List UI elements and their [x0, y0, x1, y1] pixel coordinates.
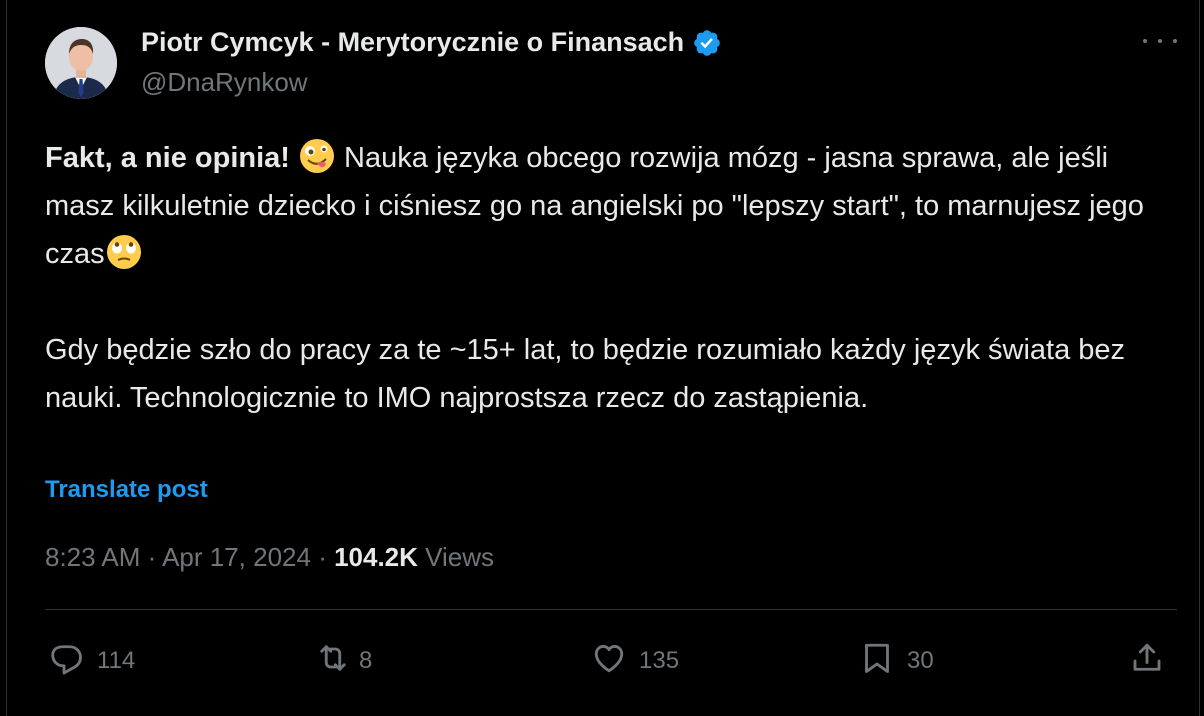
tweet-meta: 8:23 AM · Apr 17, 2024 · 104.2K Views	[45, 542, 494, 573]
tweet-date[interactable]: Apr 17, 2024	[162, 542, 311, 572]
translate-post-link[interactable]: Translate post	[45, 476, 208, 504]
author-name-text[interactable]: Piotr Cymcyk - Merytorycznie o Finansach	[141, 27, 684, 58]
bookmark-icon	[859, 640, 895, 683]
tweet-time[interactable]: 8:23 AM	[45, 542, 140, 572]
tweet-bold-lead: Fakt, a nie opinia!	[45, 142, 290, 174]
repost-button[interactable]: 8	[315, 636, 372, 686]
reply-count: 114	[97, 647, 136, 674]
verified-badge-icon	[692, 28, 722, 58]
views-count[interactable]: 104.2K	[334, 542, 418, 572]
share-button[interactable]	[1129, 636, 1165, 686]
repost-icon	[315, 640, 351, 683]
views-label[interactable]: Views	[418, 542, 494, 572]
more-options-icon[interactable]	[1143, 28, 1177, 54]
bookmark-count: 30	[907, 647, 934, 674]
avatar[interactable]	[45, 27, 117, 99]
like-count: 135	[639, 647, 680, 674]
author-name[interactable]: Piotr Cymcyk - Merytorycznie o Finansach	[141, 27, 722, 58]
meta-separator: ·	[310, 542, 335, 572]
more-dot	[1158, 39, 1162, 43]
tweet-card: Piotr Cymcyk - Merytorycznie o Finansach…	[6, 0, 1200, 716]
reply-icon	[49, 640, 85, 683]
bookmark-button[interactable]: 30	[859, 636, 934, 686]
face-with-rolling-eyes-emoji-icon	[105, 233, 143, 271]
reply-button[interactable]: 114	[49, 636, 135, 686]
action-bar: 114 8 135 30	[7, 636, 1201, 686]
share-icon	[1129, 640, 1165, 683]
divider	[45, 609, 1177, 610]
zany-face-emoji-icon	[298, 137, 336, 175]
tweet-text: Fakt, a nie opinia! Nauka języka obcego …	[45, 134, 1185, 422]
author-handle[interactable]: @DnaRynkow	[141, 67, 308, 98]
more-dot	[1143, 39, 1147, 43]
more-dot	[1173, 39, 1177, 43]
like-button[interactable]: 135	[591, 636, 679, 686]
tweet-paragraph-2: Gdy będzie szło do pracy za te ~15+ lat,…	[45, 334, 1126, 414]
meta-separator: ·	[140, 542, 163, 572]
repost-count: 8	[359, 647, 373, 674]
heart-icon	[591, 640, 627, 683]
tweet-paragraph-1: Fakt, a nie opinia! Nauka języka obcego …	[45, 134, 1185, 278]
